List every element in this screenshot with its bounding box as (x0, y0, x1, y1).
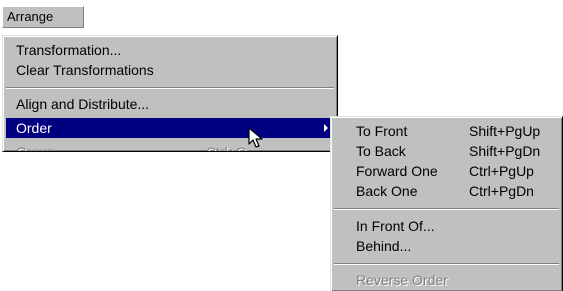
menu-item-align-and-distribute-label: Align and Distribute... (16, 96, 150, 112)
arrow-pointer-icon (248, 127, 263, 148)
submenu-item-reverse-order-label: Reverse Order (356, 272, 448, 288)
submenu-item-forward-one-shortcut: Ctrl+PgUp (469, 163, 534, 179)
submenu-item-back-one-shortcut: Ctrl+PgDn (469, 183, 534, 199)
submenu-item-behind[interactable]: Behind... (334, 236, 559, 256)
submenu-item-forward-one[interactable]: Forward One Ctrl+PgUp (334, 161, 559, 181)
menu-item-transformation-label: Transformation... (16, 42, 122, 58)
submenu-item-to-front[interactable]: To Front Shift+PgUp (334, 121, 559, 141)
submenu-separator (334, 263, 559, 265)
submenu-item-in-front-of[interactable]: In Front Of... (334, 216, 559, 236)
submenu-item-in-front-of-label: In Front Of... (356, 218, 435, 234)
submenu-item-back-one[interactable]: Back One Ctrl+PgDn (334, 181, 559, 201)
submenu-item-to-front-shortcut: Shift+PgUp (469, 123, 541, 139)
menu-item-clear-transformations[interactable]: Clear Transformations (6, 60, 334, 80)
submenu-item-to-front-label: To Front (356, 123, 408, 139)
submenu-separator (334, 208, 559, 210)
menu-item-order[interactable]: Order (6, 118, 334, 138)
submenu-arrow-icon (324, 124, 328, 132)
submenu-item-reverse-order: Reverse Order (334, 270, 559, 290)
menu-item-clear-transformations-label: Clear Transformations (16, 62, 154, 78)
menu-item-group-shortcut: Ctrl+G (206, 144, 247, 152)
submenu-item-behind-label: Behind... (356, 238, 412, 254)
submenu-item-back-one-label: Back One (356, 183, 418, 199)
arrange-menu: Transformation... Clear Transformations … (2, 35, 338, 152)
submenu-item-forward-one-label: Forward One (356, 163, 438, 179)
menu-item-order-label: Order (16, 120, 52, 136)
menu-item-transformation[interactable]: Transformation... (6, 40, 334, 60)
menu-item-align-and-distribute[interactable]: Align and Distribute... (6, 94, 334, 114)
submenu-item-to-back-shortcut: Shift+PgDn (469, 143, 541, 159)
submenu-item-to-back[interactable]: To Back Shift+PgDn (334, 141, 559, 161)
submenu-item-to-back-label: To Back (356, 143, 406, 159)
menu-item-group: Group Ctrl+G (6, 142, 334, 152)
order-submenu: To Front Shift+PgUp To Back Shift+PgDn F… (330, 116, 563, 291)
menu-separator (6, 87, 334, 89)
menu-arrange-label: Arrange (7, 9, 54, 24)
menu-arrange[interactable]: Arrange (2, 6, 84, 28)
menu-item-group-label: Group (16, 144, 55, 152)
